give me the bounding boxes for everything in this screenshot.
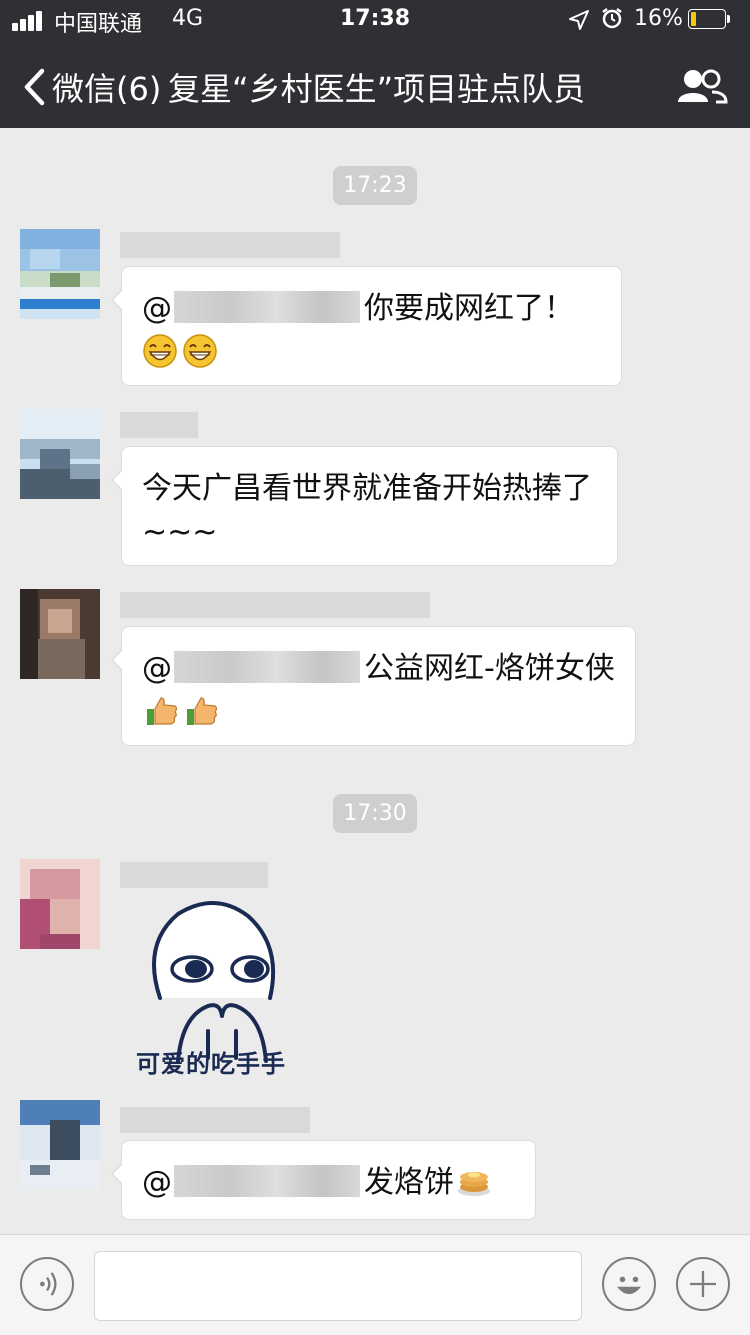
message-text: 公益网红-烙饼女侠	[364, 651, 615, 686]
message-text: 今天广昌看世界就准备开始热捧了~~~	[142, 471, 592, 550]
navigation-bar: 微信(6) 复星“乡村医生”项目驻点队员	[0, 48, 750, 128]
battery-icon	[688, 9, 732, 31]
pancakes-emoji	[458, 1171, 490, 1196]
group-members-icon[interactable]	[676, 66, 728, 106]
avatar[interactable]	[20, 589, 100, 679]
avatar[interactable]	[20, 1100, 100, 1190]
plus-icon[interactable]	[676, 1257, 730, 1311]
timestamp: 17:30	[0, 794, 750, 833]
thumbs-up-emoji	[147, 696, 178, 725]
avatar[interactable]	[20, 229, 100, 319]
chat-title: 复星“乡村医生”项目驻点队员	[168, 70, 586, 108]
avatar[interactable]	[20, 409, 100, 499]
message-text: 你要成网红了！	[364, 291, 574, 326]
mention-prefix: @	[142, 291, 172, 326]
location-arrow-icon	[569, 10, 589, 30]
battery-level-fill	[691, 12, 696, 26]
alarm-clock-icon	[602, 8, 622, 29]
top-bar: 中国联通 4G 17:38 16% 微信(6) 复星“乡村医生”项目驻点队员	[0, 0, 750, 128]
input-bar	[0, 1234, 750, 1335]
message-bubble[interactable]: @ 你要成网红了！	[111, 266, 622, 386]
battery-percent: 16%	[634, 6, 683, 31]
status-bar: 中国联通 4G 17:38 16%	[0, 0, 750, 42]
emoji-face-icon[interactable]	[602, 1257, 656, 1311]
message-text: 发烙饼	[364, 1165, 454, 1200]
thumbs-up-emoji	[187, 696, 218, 725]
mention-prefix: @	[142, 651, 172, 686]
grin-emoji	[183, 333, 217, 368]
avatar[interactable]	[20, 859, 100, 949]
chat-area[interactable]: 17:23 @ 你要成网红了！ 今天广昌看世界就准备开始热捧了~~~ @ 公益网…	[0, 128, 750, 1234]
mentioned-name-blurred	[174, 650, 360, 683]
timestamp: 17:23	[0, 166, 750, 205]
message-bubble[interactable]: 今天广昌看世界就准备开始热捧了~~~	[111, 446, 618, 566]
mentioned-name-blurred	[174, 290, 360, 323]
message-bubble[interactable]: @ 发烙饼	[111, 1140, 536, 1220]
grin-emoji	[143, 333, 177, 368]
sticker-caption: 可爱的吃手手	[136, 1050, 286, 1078]
mentioned-name-blurred	[174, 1164, 360, 1197]
mention-prefix: @	[142, 1165, 172, 1200]
message-input[interactable]	[94, 1251, 582, 1321]
voice-icon[interactable]	[20, 1257, 74, 1311]
back-button-label[interactable]: 微信(6)	[52, 64, 161, 110]
message-bubble[interactable]: @ 公益网红-烙饼女侠	[111, 626, 636, 746]
chevron-left-icon[interactable]	[18, 66, 54, 108]
